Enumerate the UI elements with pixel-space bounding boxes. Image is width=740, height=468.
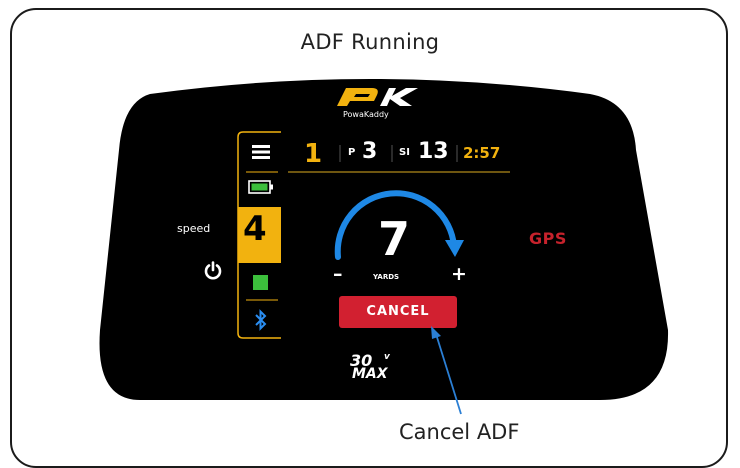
distance-increase-button[interactable]: + — [451, 263, 467, 285]
menu-icon[interactable] — [251, 144, 271, 160]
hole-number: 1 — [304, 139, 323, 169]
gps-indicator: GPS — [529, 229, 567, 248]
adf-distance: 7 — [377, 212, 410, 266]
distance-decrease-button[interactable]: – — [333, 263, 343, 285]
stroke-index-value: 13 — [418, 139, 449, 164]
callout-caption: Cancel ADF — [399, 420, 520, 444]
stroke-index-label: SI — [399, 147, 410, 158]
brand-logo-icon — [337, 88, 418, 106]
speed-label: speed — [177, 222, 211, 235]
par-value: 3 — [362, 139, 378, 164]
stop-icon[interactable] — [252, 274, 269, 291]
model-suffix: v — [384, 352, 390, 362]
battery-icon — [248, 180, 273, 194]
power-icon[interactable] — [203, 261, 223, 281]
speed-value[interactable]: 4 — [243, 209, 267, 249]
handset-display — [99, 79, 669, 400]
model-max: MAX — [352, 366, 388, 382]
cancel-adf-button[interactable]: CANCEL — [339, 296, 457, 328]
brand-name: PowaKaddy — [343, 110, 389, 119]
par-label: P — [348, 147, 356, 158]
bluetooth-icon[interactable] — [254, 309, 268, 331]
distance-unit: YARDS — [373, 273, 400, 281]
round-timer: 2:57 — [463, 144, 501, 162]
